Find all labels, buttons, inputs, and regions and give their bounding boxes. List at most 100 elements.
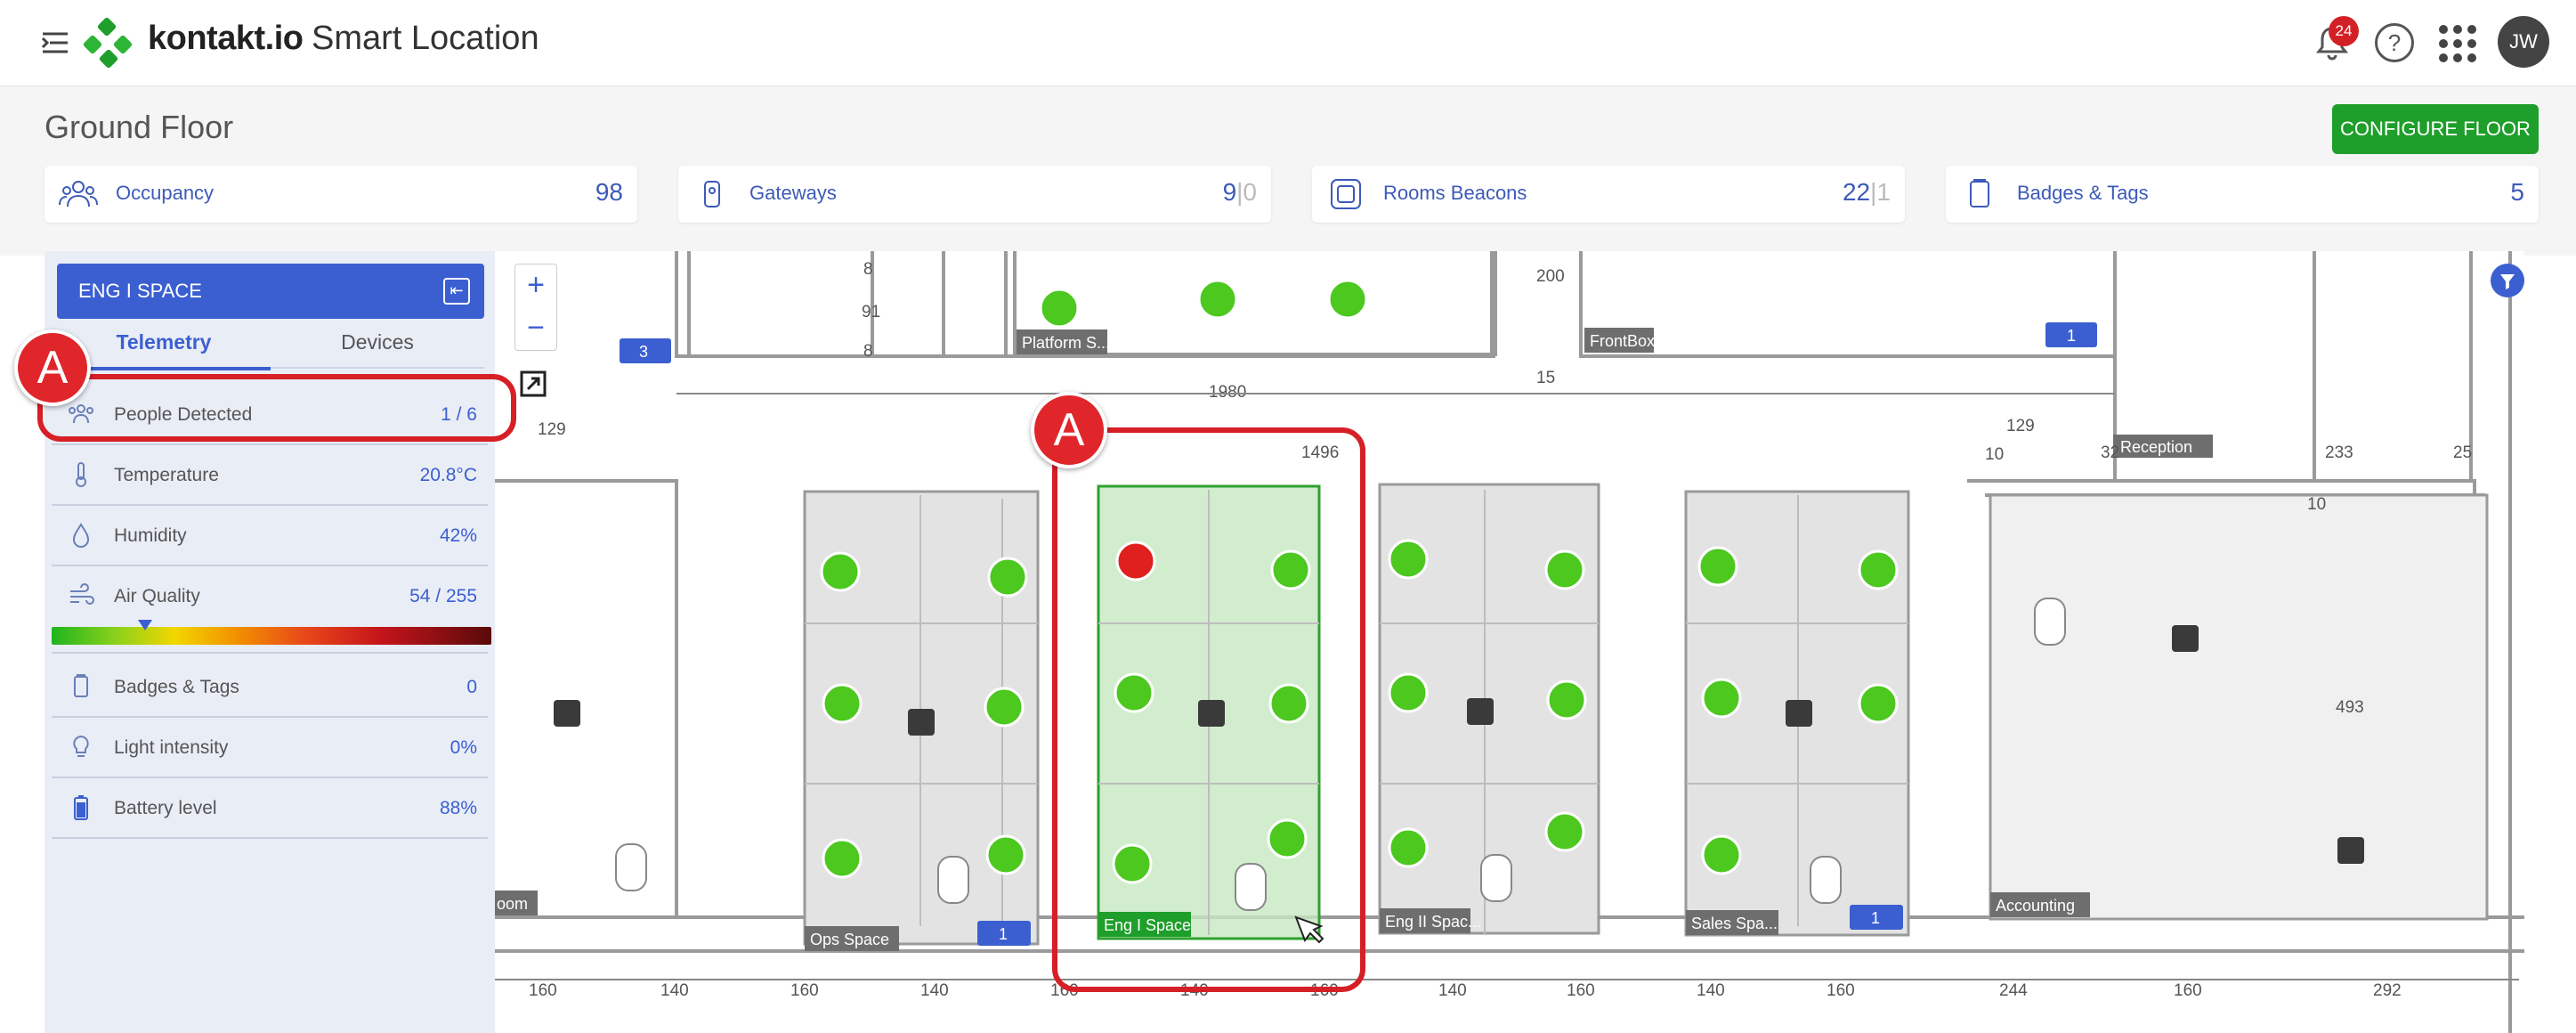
telemetry-value: 88%	[439, 798, 477, 818]
annotation-ring-people-detected	[37, 374, 516, 442]
room-label-sales: Sales Spa...	[1691, 915, 1778, 932]
droplet-icon	[72, 523, 90, 548]
telemetry-label: Humidity	[114, 525, 187, 546]
room-label-partial: oom	[497, 895, 528, 913]
stat-card-rooms-beacons[interactable]: Rooms Beacons 22|1	[1312, 166, 1905, 223]
telemetry-label: Badges & Tags	[114, 677, 239, 697]
svg-text:10: 10	[2307, 495, 2326, 514]
stat-card-occupancy[interactable]: Occupancy 98	[45, 166, 637, 223]
stat-value-group: 22|1	[1842, 178, 1891, 206]
svg-text:160: 160	[2174, 981, 2202, 1000]
badge-count: 1	[2067, 327, 2076, 345]
stat-label: Rooms Beacons	[1383, 182, 1527, 204]
room-title: ENG I SPACE	[78, 280, 202, 302]
menu-collapse-icon[interactable]	[39, 27, 71, 59]
svg-text:140: 140	[1697, 981, 1725, 1000]
stat-value-group: 9|0	[1222, 178, 1257, 206]
stat-value: 98	[595, 178, 623, 206]
panel-header: ENG I SPACE ⇤	[57, 264, 484, 319]
badge-count: 1	[1871, 909, 1880, 927]
room-label-frontbox: FrontBox	[1590, 332, 1655, 350]
stat-label: Occupancy	[116, 182, 215, 204]
kontakt-logo-icon[interactable]	[82, 18, 134, 69]
telemetry-value: 42%	[439, 525, 477, 546]
thermometer-icon	[76, 462, 86, 487]
telemetry-label: Light intensity	[114, 737, 229, 758]
beacon-icon	[1331, 179, 1361, 209]
apps-grid-icon[interactable]	[2439, 25, 2476, 62]
stat-card-badges-tags[interactable]: Badges & Tags 5	[1946, 166, 2539, 223]
telemetry-value: 54 / 255	[409, 586, 477, 606]
svg-text:200: 200	[1536, 267, 1565, 286]
help-icon[interactable]: ?	[2375, 23, 2414, 62]
stat-label: Gateways	[749, 182, 837, 204]
room-label-eng-ii: Eng II Spac...	[1385, 913, 1481, 931]
badge-count: 3	[639, 343, 648, 361]
telemetry-label: Battery level	[114, 798, 217, 818]
battery-icon	[74, 795, 88, 820]
brand-name: kontakt.io	[148, 20, 304, 57]
stat-value: 22	[1842, 178, 1871, 206]
svg-text:8: 8	[863, 260, 873, 279]
svg-text:129: 129	[538, 420, 566, 439]
telemetry-row-badges: Badges & Tags 0	[52, 657, 488, 718]
funnel-icon	[2500, 274, 2515, 289]
svg-text:244: 244	[1999, 981, 2028, 1000]
svg-text:160: 160	[529, 981, 557, 1000]
telemetry-row-light: Light intensity 0%	[52, 718, 488, 778]
stat-secondary-value: 1	[1876, 178, 1891, 206]
air-quality-marker	[137, 620, 152, 630]
gateway-icon	[704, 181, 720, 207]
svg-text:140: 140	[660, 981, 689, 1000]
room-label-platform: Platform S...	[1022, 334, 1110, 352]
zoom-controls: + −	[514, 264, 557, 351]
svg-text:8: 8	[863, 342, 873, 361]
air-quality-gradient-bar	[52, 627, 491, 645]
collapse-panel-icon[interactable]: ⇤	[443, 278, 470, 305]
stat-card-gateways[interactable]: Gateways 9|0	[678, 166, 1271, 223]
room-label-ops: Ops Space	[810, 931, 889, 948]
product-name: Smart Location	[312, 20, 539, 57]
svg-text:292: 292	[2373, 981, 2402, 1000]
telemetry-value: 0%	[450, 737, 477, 758]
telemetry-row-battery: Battery level 88%	[52, 778, 488, 839]
svg-text:129: 129	[2006, 417, 2035, 435]
filter-icon[interactable]	[2491, 264, 2524, 297]
telemetry-value: 0	[466, 677, 477, 697]
badge-count: 1	[999, 925, 1008, 943]
annotation-callout-a: A	[14, 329, 91, 406]
tab-devices[interactable]: Devices	[271, 326, 484, 369]
annotation-ring-eng-i-space	[1052, 427, 1365, 992]
room-label-accounting: Accounting	[1996, 897, 2075, 915]
svg-text:233: 233	[2325, 443, 2353, 462]
telemetry-row-temperature: Temperature 20.8°C	[52, 445, 488, 506]
stat-value: 5	[2510, 178, 2524, 206]
user-avatar[interactable]: JW	[2498, 16, 2549, 68]
configure-floor-button[interactable]: CONFIGURE FLOOR	[2332, 104, 2539, 154]
svg-text:140: 140	[920, 981, 949, 1000]
stat-label: Badges & Tags	[2017, 182, 2149, 204]
stat-value: 9	[1222, 178, 1237, 206]
telemetry-label: Temperature	[114, 465, 219, 485]
svg-text:10: 10	[1985, 445, 2004, 464]
wind-icon	[70, 583, 94, 605]
page-title: Ground Floor	[45, 109, 234, 145]
fullscreen-icon[interactable]	[520, 370, 547, 397]
room-label-reception: Reception	[2120, 438, 2192, 456]
stat-secondary-value: 0	[1243, 178, 1257, 206]
svg-text:160: 160	[1567, 981, 1595, 1000]
zoom-in-button[interactable]: +	[515, 264, 556, 305]
zoom-out-button[interactable]: −	[515, 307, 556, 348]
telemetry-label: Air Quality	[114, 586, 200, 606]
svg-text:32: 32	[2101, 443, 2119, 462]
svg-text:91: 91	[862, 303, 880, 321]
bulb-icon	[73, 735, 89, 757]
svg-text:140: 140	[1438, 981, 1467, 1000]
people-icon	[59, 181, 98, 207]
badge-icon	[1970, 179, 1989, 207]
telemetry-value: 20.8°C	[419, 465, 477, 485]
svg-text:15: 15	[1536, 369, 1555, 387]
floor-plan-map[interactable]: Platform S... FrontBox Reception Ops Spa…	[495, 251, 2524, 1033]
telemetry-row-humidity: Humidity 42%	[52, 506, 488, 566]
notification-count-badge: 24	[2329, 16, 2359, 46]
